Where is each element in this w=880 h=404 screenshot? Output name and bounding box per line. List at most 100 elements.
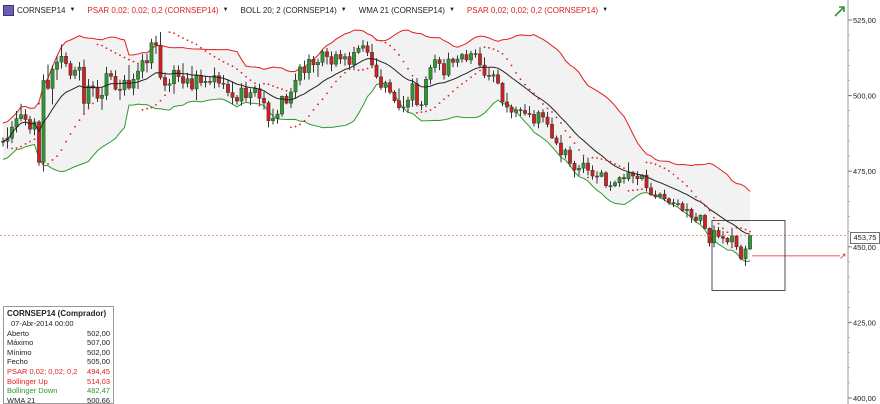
psar-dot	[641, 188, 643, 191]
psar-dot	[515, 71, 517, 74]
psar-dot	[614, 163, 616, 165]
candle	[37, 120, 41, 166]
row-value: 502,00	[87, 328, 110, 338]
psar-dot	[434, 106, 436, 109]
psar-dot	[681, 180, 684, 183]
psar-dot	[335, 80, 337, 83]
psar-dot	[636, 188, 639, 191]
candle	[424, 76, 428, 108]
psar-dot	[699, 200, 702, 203]
psar-dot	[564, 129, 567, 132]
psar-dot	[659, 165, 661, 168]
row-label: Fecho	[7, 357, 28, 367]
psar-dot	[272, 85, 274, 87]
psar-dot	[357, 69, 360, 72]
psar-dot	[303, 119, 306, 122]
psar-dot	[600, 158, 603, 160]
psar-dot	[411, 74, 414, 77]
psar-dot	[132, 60, 135, 63]
data-window-row: Bollinger Down 482,47	[7, 386, 110, 396]
psar-dot	[398, 54, 400, 56]
psar-dot	[146, 107, 148, 110]
psar-dot	[717, 222, 720, 225]
psar-dot	[425, 110, 427, 113]
psar-dot	[294, 125, 297, 128]
candle	[392, 90, 397, 104]
psar-dot	[407, 67, 409, 70]
psar-dot	[663, 167, 666, 170]
psar-dot	[375, 39, 378, 41]
psar-dot	[114, 52, 117, 54]
psar-dot	[222, 60, 225, 63]
psar-dot	[420, 111, 423, 114]
psar-dot	[101, 44, 103, 47]
psar-dot	[186, 39, 189, 42]
psar-dot	[150, 106, 153, 109]
row-label: Máximo	[7, 338, 34, 348]
row-label: Bollinger Down	[7, 386, 58, 396]
psar-dot	[353, 46, 355, 49]
psar-dot	[555, 116, 558, 119]
row-label: WMA 21	[7, 395, 36, 404]
psar-dot	[690, 190, 693, 192]
psar-dot	[258, 104, 261, 107]
psar-dot	[330, 86, 333, 88]
psar-dot	[627, 189, 630, 192]
candle	[383, 80, 388, 93]
psar-dot	[380, 39, 382, 42]
psar-dot	[344, 71, 346, 74]
price-axis: 525,00 500,00 475,00 450,00 425,00 400,00	[847, 0, 876, 404]
psar-dot	[609, 160, 612, 163]
psar-dot	[456, 86, 459, 89]
psar-dot	[348, 68, 351, 71]
psar-dot	[267, 83, 270, 86]
psar-dot	[461, 83, 463, 85]
candle	[743, 245, 748, 266]
psar-dot	[438, 102, 441, 105]
psar-dot	[308, 115, 310, 117]
trend-arrow-icon[interactable]	[834, 6, 845, 17]
psar-dot	[618, 165, 621, 168]
psar-dot	[285, 89, 288, 92]
data-window-date: 07-Abr-2014 00:00	[11, 319, 74, 328]
psar-dot	[726, 231, 729, 234]
data-window-row: Máximo 507,00	[7, 338, 110, 348]
psar-dot	[569, 136, 571, 139]
line-handle-icon[interactable]: ↗	[839, 252, 847, 262]
candle	[604, 171, 608, 188]
psar-dot	[632, 189, 634, 192]
psar-dot	[537, 97, 540, 100]
price-chart[interactable]: ↗ 525,00 500,00 475,00 450,00 425,00 400,00	[0, 0, 880, 404]
psar-dot	[483, 46, 486, 49]
psar-dot	[605, 159, 607, 161]
psar-dot	[231, 65, 234, 68]
psar-dot	[213, 55, 216, 58]
psar-dot	[465, 79, 468, 82]
psar-dot	[749, 230, 751, 233]
psar-dot	[393, 48, 396, 51]
psar-dot	[645, 161, 648, 164]
row-value: 482,47	[87, 386, 110, 396]
psar-dot	[470, 76, 472, 79]
psar-dot	[384, 41, 387, 44]
candle	[266, 100, 271, 128]
psar-dot	[731, 246, 733, 249]
psar-dot	[276, 86, 279, 89]
psar-dot	[497, 50, 499, 53]
psar-dot	[218, 58, 220, 61]
psar-dot	[686, 185, 688, 187]
psar-dot	[141, 108, 144, 111]
psar-dot	[573, 142, 576, 145]
psar-dot	[249, 79, 252, 82]
psar-dot	[546, 107, 549, 110]
row-value: 505,00	[87, 357, 110, 367]
psar-dot	[155, 103, 157, 106]
psar-dot	[6, 136, 9, 139]
row-label: Aberto	[7, 328, 30, 338]
psar-dot	[578, 149, 580, 151]
psar-dot	[668, 170, 670, 172]
psar-dot	[51, 159, 54, 161]
psar-dot	[312, 108, 315, 111]
y-tick-label: 425,00	[853, 318, 876, 327]
row-label: PSAR 0,02; 0,02; 0,2	[7, 366, 78, 376]
